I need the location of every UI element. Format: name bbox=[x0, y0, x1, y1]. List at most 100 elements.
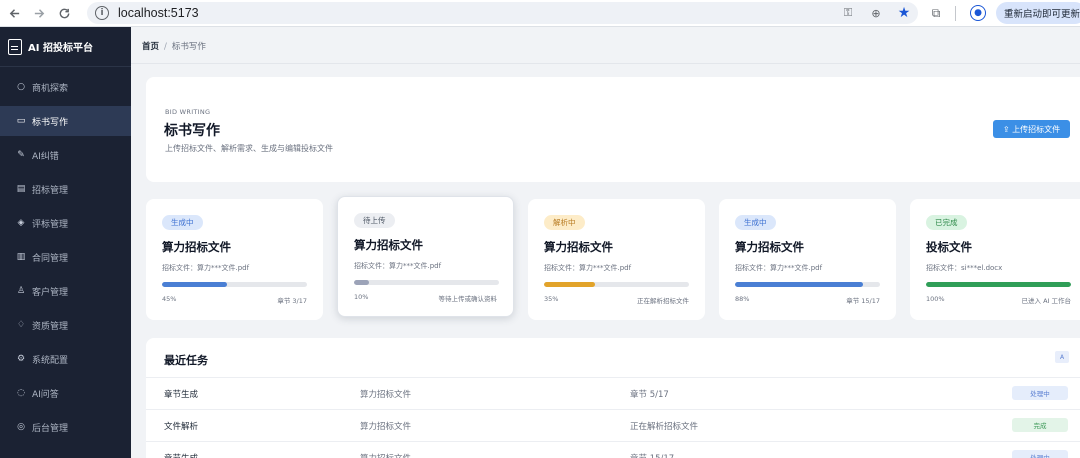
document-status-text: 已进入 AI 工作台 bbox=[1021, 297, 1072, 305]
task-document: 算力招标文件 bbox=[360, 422, 412, 432]
document-filename: 招标文件：算力***文件.pdf bbox=[354, 262, 442, 270]
document-filename: 招标文件：si***el.docx bbox=[926, 264, 1003, 272]
recent-tasks-card: 最近任务 A 章节生成 算力招标文件 章节 5/17 处理中 文件解析 算力招标文件 正在解… bbox=[146, 338, 1080, 458]
progress-fill bbox=[544, 282, 595, 287]
sidebar-item-2[interactable]: ✎ AI纠错 bbox=[0, 140, 131, 170]
document-card[interactable]: 待上传算力招标文件招标文件：算力***文件.pdf 10% 等待上传或确认资料 bbox=[337, 196, 514, 317]
site-info-icon[interactable]: i bbox=[95, 6, 109, 20]
upload-tender-button[interactable]: ⇪ 上传招标文件 bbox=[993, 120, 1070, 138]
progress-percent: 10% bbox=[354, 293, 369, 301]
reload-icon[interactable] bbox=[53, 2, 75, 24]
table-row[interactable]: 章节生成 算力招标文件 章节 5/17 处理中 bbox=[146, 377, 1080, 409]
task-document: 算力招标文件 bbox=[360, 390, 412, 400]
url-text[interactable]: localhost:5173 bbox=[118, 6, 199, 20]
sidebar: AI 招投标平台 ○ 商机探索 ▭ 标书写作 ✎ AI纠错 ▤ 招标管理 ◈ 评标管理 ▥ 合同管理 ♙… bbox=[0, 27, 131, 458]
forward-arrow-icon[interactable] bbox=[28, 2, 50, 24]
tasks-more-button[interactable]: A bbox=[1055, 351, 1069, 363]
sidebar-item-label: 后台管理 bbox=[32, 423, 69, 434]
zoom-icon[interactable]: ⊕ bbox=[868, 5, 884, 21]
breadcrumb-separator: / bbox=[164, 42, 167, 52]
status-badge: 生成中 bbox=[735, 215, 776, 230]
sidebar-item-label: 合同管理 bbox=[32, 253, 69, 264]
document-card[interactable]: 已完成 投标文件 招标文件：si***el.docx 100% 已进入 AI 工作台 bbox=[910, 199, 1080, 320]
main-content: 首页 / 标书写作 BID WRITING 标书写作 上传招标文件、解析需求、生成与… bbox=[131, 27, 1080, 458]
page-title: 标书写作 bbox=[164, 123, 220, 139]
sidebar-item-label: 商机探索 bbox=[32, 83, 69, 94]
sidebar-item-5[interactable]: ▥ 合同管理 bbox=[0, 242, 131, 272]
status-badge: 生成中 bbox=[162, 215, 203, 230]
extensions-icon[interactable]: ⧉ bbox=[928, 5, 944, 21]
sidebar-item-label: AI问答 bbox=[32, 389, 59, 400]
sidebar-item-label: 标书写作 bbox=[32, 117, 69, 128]
toolbar-divider bbox=[955, 6, 956, 21]
page-header-card: BID WRITING 标书写作 上传招标文件、解析需求、生成与编辑投标文件 ⇪… bbox=[146, 77, 1080, 182]
progress-percent: 88% bbox=[735, 295, 750, 303]
key-icon[interactable]: ⚿ bbox=[840, 5, 856, 21]
sidebar-item-label: 评标管理 bbox=[32, 219, 69, 230]
progress-fill bbox=[735, 282, 863, 287]
task-detail: 正在解析招标文件 bbox=[630, 422, 699, 432]
document-status-text: 章节 3/17 bbox=[277, 297, 307, 305]
update-button[interactable]: 重新启动即可更新 bbox=[996, 2, 1080, 24]
breadcrumb: 首页 / 标书写作 bbox=[142, 40, 206, 52]
task-type: 文件解析 bbox=[164, 422, 199, 432]
brand: AI 招投标平台 bbox=[0, 27, 131, 67]
document-card[interactable]: 生成中 算力招标文件 招标文件：算力***文件.pdf 88% 章节 15/17 bbox=[719, 199, 896, 320]
address-bar[interactable]: i localhost:5173 ⚿ ⊕ ★ bbox=[87, 2, 918, 24]
progress-bar bbox=[926, 282, 1071, 287]
sidebar-item-1[interactable]: ▭ 标书写作 bbox=[0, 106, 131, 136]
document-title: 算力招标文件 bbox=[544, 240, 613, 254]
brand-title: AI 招投标平台 bbox=[28, 43, 93, 54]
gear-icon: ⚙ bbox=[16, 354, 26, 364]
folder-icon: ▭ bbox=[16, 116, 26, 126]
sidebar-item-9[interactable]: ◌ AI问答 bbox=[0, 378, 131, 408]
task-type: 章节生成 bbox=[164, 390, 199, 400]
bookmark-star-icon[interactable]: ★ bbox=[896, 5, 912, 21]
header-divider bbox=[131, 63, 1080, 64]
user-icon: ♙ bbox=[16, 286, 26, 296]
document-status-text: 等待上传或确认资料 bbox=[438, 295, 498, 303]
recent-tasks-title: 最近任务 bbox=[164, 354, 208, 367]
document-icon: ▤ bbox=[16, 184, 26, 194]
sidebar-item-4[interactable]: ◈ 评标管理 bbox=[0, 208, 131, 238]
profile-icon[interactable]: ● bbox=[970, 5, 986, 21]
document-filename: 招标文件：算力***文件.pdf bbox=[544, 264, 632, 272]
sidebar-item-7[interactable]: ♢ 资质管理 bbox=[0, 310, 131, 340]
sidebar-item-8[interactable]: ⚙ 系统配置 bbox=[0, 344, 131, 374]
document-title: 投标文件 bbox=[926, 240, 972, 254]
back-arrow-icon[interactable] bbox=[3, 2, 25, 24]
table-row[interactable]: 文件解析 算力招标文件 正在解析招标文件 完成 bbox=[146, 409, 1080, 441]
sidebar-item-label: 资质管理 bbox=[32, 321, 69, 332]
sidebar-item-3[interactable]: ▤ 招标管理 bbox=[0, 174, 131, 204]
breadcrumb-home[interactable]: 首页 bbox=[142, 42, 159, 52]
document-filename: 招标文件：算力***文件.pdf bbox=[735, 264, 823, 272]
document-status-text: 正在解析招标文件 bbox=[637, 297, 689, 305]
badge-icon: ♢ bbox=[16, 320, 26, 330]
document-filename: 招标文件：算力***文件.pdf bbox=[162, 264, 250, 272]
task-detail: 章节 15/17 bbox=[630, 452, 674, 458]
progress-bar bbox=[162, 282, 307, 287]
status-badge: 已完成 bbox=[926, 215, 967, 230]
sidebar-item-0[interactable]: ○ 商机探索 bbox=[0, 72, 131, 102]
sidebar-item-10[interactable]: ◎ 后台管理 bbox=[0, 412, 131, 442]
sidebar-item-6[interactable]: ♙ 客户管理 bbox=[0, 276, 131, 306]
progress-bar bbox=[354, 280, 499, 285]
task-state-badge: 完成 bbox=[1012, 418, 1068, 432]
status-badge: 解析中 bbox=[544, 215, 585, 230]
page-description: 上传招标文件、解析需求、生成与编辑投标文件 bbox=[165, 144, 333, 153]
page-eyebrow: BID WRITING bbox=[165, 108, 211, 116]
document-card[interactable]: 生成中 算力招标文件 招标文件：算力***文件.pdf 45% 章节 3/17 bbox=[146, 199, 323, 320]
progress-bar bbox=[735, 282, 880, 287]
progress-fill bbox=[162, 282, 228, 287]
document-title: 算力招标文件 bbox=[354, 238, 423, 252]
contract-icon: ▥ bbox=[16, 252, 26, 262]
document-card[interactable]: 解析中 算力招标文件 招标文件：算力***文件.pdf 35% 正在解析招标文件 bbox=[528, 199, 705, 320]
document-logo-icon bbox=[8, 38, 22, 55]
task-state-badge: 处理中 bbox=[1012, 450, 1068, 458]
sidebar-item-label: 系统配置 bbox=[32, 355, 69, 366]
task-detail: 章节 5/17 bbox=[630, 390, 669, 400]
pen-icon: ✎ bbox=[17, 150, 25, 160]
status-badge: 待上传 bbox=[354, 213, 395, 228]
table-row[interactable]: 章节生成 算力招标文件 章节 15/17 处理中 bbox=[146, 441, 1080, 458]
document-title: 算力招标文件 bbox=[735, 240, 804, 254]
